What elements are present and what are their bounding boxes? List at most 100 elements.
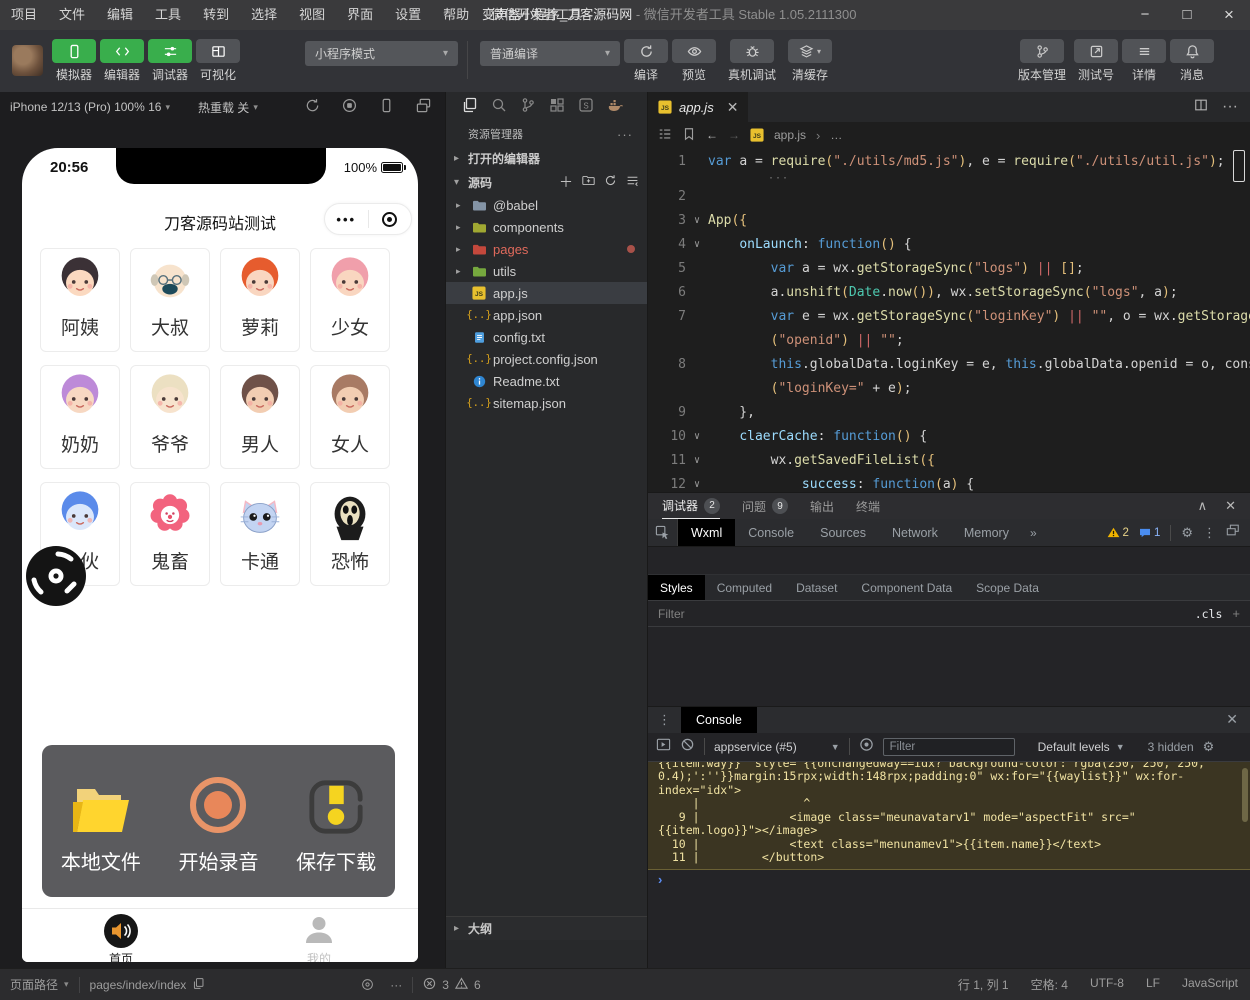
devtools-tab-memory[interactable]: Memory (951, 519, 1022, 546)
code-line[interactable]: 9 }, (648, 401, 1250, 425)
preview-eye-icon[interactable] (361, 978, 374, 991)
clear-console-icon[interactable] (680, 737, 695, 757)
tree-item-app.json[interactable]: {..} app.json (446, 304, 647, 326)
menu-item[interactable]: 界面 (336, 0, 384, 30)
panel-tab-问题[interactable]: 问题 9 (742, 493, 789, 519)
styles-tab-component-data[interactable]: Component Data (849, 575, 964, 600)
files-icon[interactable] (462, 97, 478, 118)
hot-reload-toggle[interactable]: 热重载 关 (198, 99, 249, 116)
close-panel-icon[interactable]: ✕ (1225, 498, 1236, 514)
tree-item-Readme.txt[interactable]: Readme.txt (446, 370, 647, 392)
scrollbar-thumb[interactable] (1242, 767, 1248, 822)
toolbar-button-refresh[interactable]: 编译 (622, 30, 670, 83)
styles-content[interactable] (648, 627, 1250, 706)
minimize-button[interactable]: − (1124, 0, 1166, 30)
open-editors-section[interactable]: ▸ 打开的编辑器 (446, 146, 647, 170)
multi-window-icon[interactable] (416, 98, 431, 116)
inspect-element-icon[interactable] (648, 519, 678, 546)
search-icon[interactable] (491, 97, 507, 118)
extensions-icon[interactable] (549, 97, 565, 118)
new-folder-icon[interactable] (582, 174, 595, 190)
fold-chevron-icon[interactable]: ∨ (686, 425, 708, 449)
minimize-capsule-icon[interactable] (369, 211, 412, 227)
menu-item[interactable]: 视图 (288, 0, 336, 30)
status-item[interactable]: 行 1, 列 1 (958, 976, 1009, 993)
voice-card[interactable]: 卡通 (220, 482, 300, 586)
close-tab-icon[interactable]: ✕ (727, 99, 739, 116)
menu-item[interactable]: 选择 (240, 0, 288, 30)
voice-card[interactable]: 阿姨 (40, 248, 120, 352)
outline-list-icon[interactable] (658, 127, 672, 144)
refresh-icon[interactable] (604, 174, 617, 190)
menu-item[interactable]: 设置 (384, 0, 432, 30)
breadcrumb-file[interactable]: app.js (774, 128, 806, 142)
voice-card[interactable]: 少女 (310, 248, 390, 352)
toolbar-button-phone[interactable]: 模拟器 (50, 30, 98, 83)
music-disc-button[interactable] (25, 545, 87, 607)
status-more-icon[interactable]: ··· (390, 978, 402, 992)
devtools-tab-console[interactable]: Console (735, 519, 807, 546)
fold-chevron-icon[interactable]: ∨ (686, 209, 708, 233)
tree-item-sitemap.json[interactable]: {..} sitemap.json (446, 392, 647, 414)
record-action-button[interactable]: 开始录音 (178, 768, 258, 875)
message-count[interactable]: 1 (1139, 527, 1160, 539)
maximize-button[interactable]: □ (1166, 0, 1208, 30)
warning-count[interactable]: 2 (1107, 527, 1129, 539)
tree-item-pages[interactable]: ▸ pages (446, 238, 647, 260)
menu-item[interactable]: 工具 (144, 0, 192, 30)
voice-card[interactable]: 恐怖 (310, 482, 390, 586)
voice-card[interactable]: 奶奶 (40, 365, 120, 469)
menu-item[interactable]: 文件 (48, 0, 96, 30)
panel-tab-输出[interactable]: 输出 (810, 493, 834, 519)
settings-gear-icon[interactable]: ⚙ (1181, 525, 1193, 541)
page-path-select[interactable]: 页面路径 ▾ (10, 976, 69, 993)
current-page-path[interactable]: pages/index/index (90, 977, 206, 993)
console-tab[interactable]: Console (681, 706, 757, 733)
drawer-menu-icon[interactable]: ⋮ (648, 712, 681, 728)
code-line[interactable]: 10 ∨ claerCache: function() { (648, 425, 1250, 449)
menu-item[interactable]: 转到 (192, 0, 240, 30)
tree-item-app.js[interactable]: JS app.js (446, 282, 647, 304)
collapse-panel-icon[interactable]: ∧ (1198, 498, 1208, 514)
panel-tab-终端[interactable]: 终端 (856, 493, 880, 519)
devtools-tab-wxml[interactable]: Wxml (678, 519, 736, 546)
toolbar-button-layers[interactable]: ▾ 清缓存 (786, 30, 834, 83)
user-avatar[interactable] (12, 45, 43, 76)
console-settings-icon[interactable]: ⚙ (1203, 739, 1215, 755)
code-line[interactable]: 1 var a = require("./utils/md5.js"), e = … (648, 150, 1250, 174)
toolbar-button-eye[interactable]: 预览 (670, 30, 718, 83)
cls-button[interactable]: .cls (1195, 607, 1223, 621)
code-line[interactable]: ("loginKey=" + e); (648, 377, 1250, 401)
close-drawer-icon[interactable]: ✕ (1226, 711, 1238, 728)
undock-icon[interactable] (1226, 523, 1240, 542)
back-icon[interactable]: ← (706, 128, 718, 142)
scrollbar-marker[interactable] (1233, 150, 1245, 182)
toolbar-button-external[interactable]: 测试号 (1072, 30, 1120, 83)
tree-item-project.config.json[interactable]: {..} project.config.json (446, 348, 647, 370)
console-sidebar-icon[interactable] (656, 737, 671, 757)
tree-item-@babel[interactable]: ▸ @babel (446, 194, 647, 216)
status-item[interactable]: LF (1146, 976, 1160, 993)
tree-item-config.txt[interactable]: config.txt (446, 326, 647, 348)
snippet-icon[interactable]: S (578, 97, 594, 118)
forward-icon[interactable]: → (728, 128, 740, 142)
element-tree-area[interactable] (648, 547, 1250, 575)
devtools-tab-network[interactable]: Network (879, 519, 951, 546)
problems-indicator[interactable]: 3 6 (423, 976, 481, 993)
code-line[interactable]: 7 var e = wx.getStorageSync("loginKey") … (648, 305, 1250, 329)
status-item[interactable]: JavaScript (1182, 976, 1238, 993)
toolbar-button-lines[interactable]: 详情 (1120, 30, 1168, 83)
tabbar-item-mine[interactable]: 我的 (220, 909, 418, 962)
eye-icon[interactable] (859, 737, 874, 757)
toolbar-button-branch[interactable]: 版本管理 (1012, 30, 1072, 83)
miniprogram-mode-select[interactable]: 小程序模式 ▾ (305, 41, 458, 66)
tabbar-item-home[interactable]: 首页 (22, 909, 220, 962)
toolbar-button-bell[interactable]: 消息 (1168, 30, 1216, 83)
tree-item-utils[interactable]: ▸ utils (446, 260, 647, 282)
close-button[interactable]: × (1208, 0, 1250, 30)
styles-tab-dataset[interactable]: Dataset (784, 575, 849, 600)
code-line[interactable]: 2 (648, 185, 1250, 209)
more-actions-icon[interactable]: ··· (617, 127, 633, 142)
device-select[interactable]: iPhone 12/13 (Pro) 100% 16 (10, 100, 161, 114)
menu-item[interactable]: 项目 (0, 0, 48, 30)
